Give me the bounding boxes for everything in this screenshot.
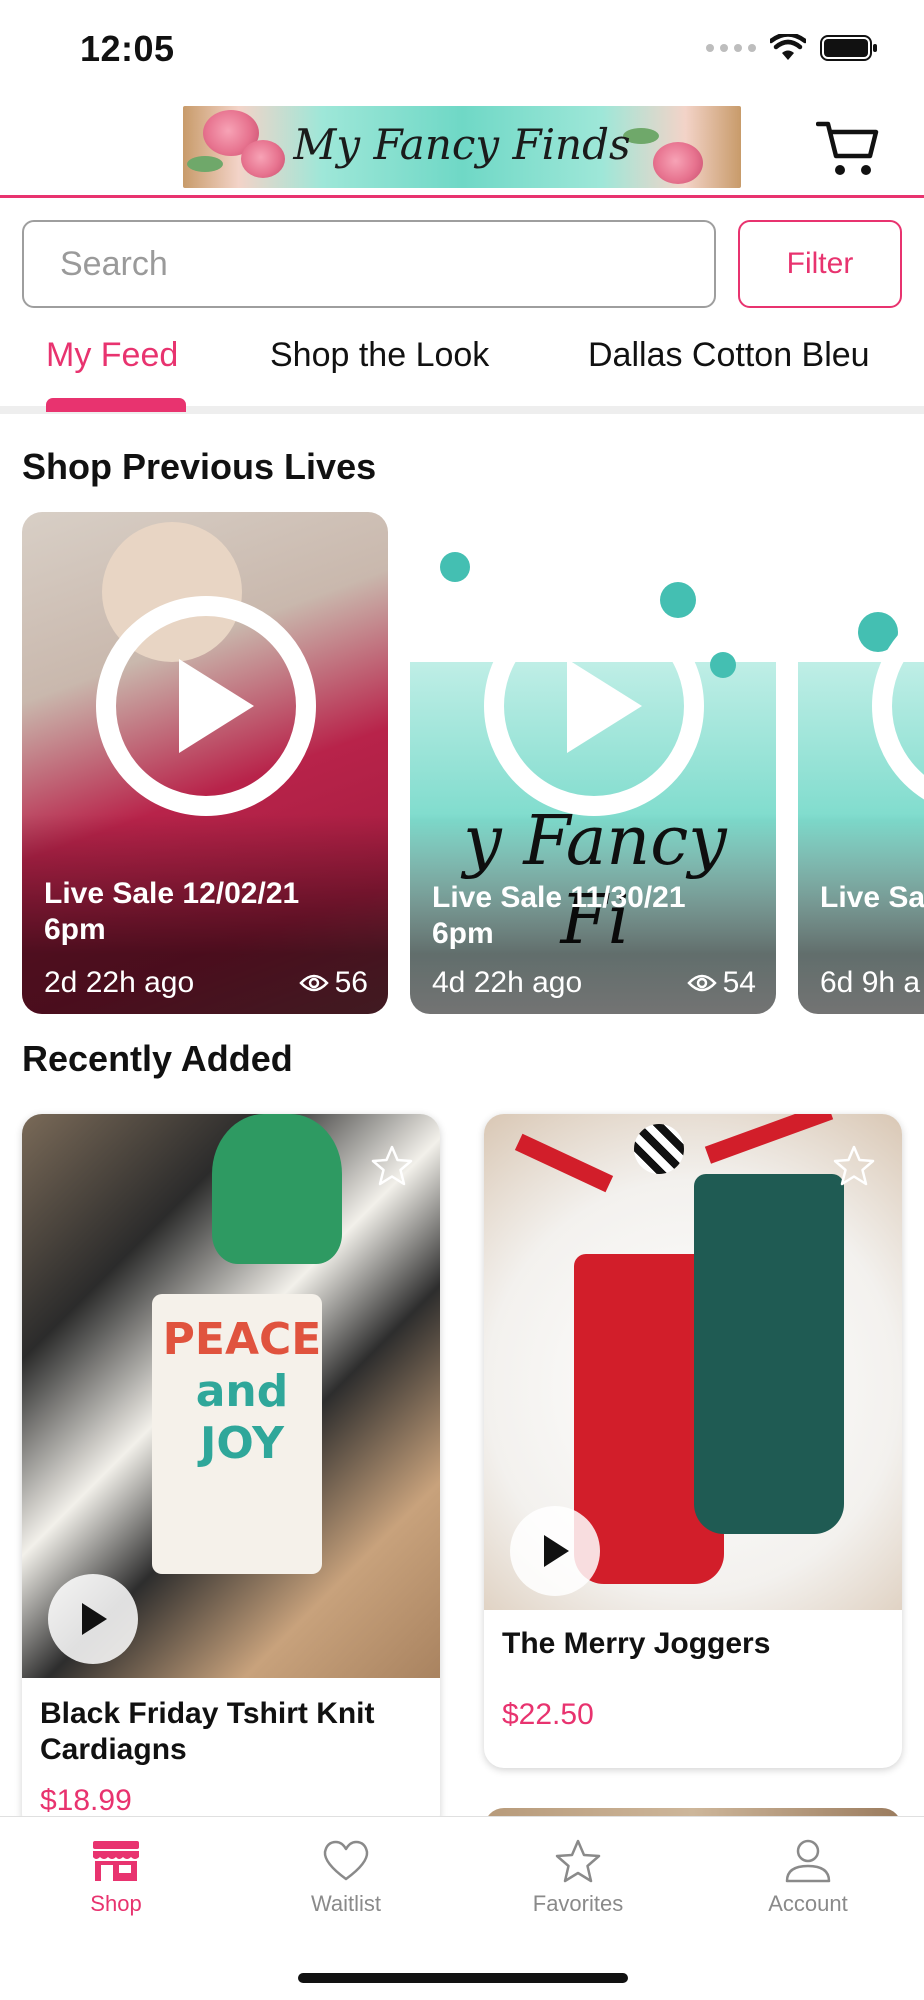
bottom-nav: Shop Waitlist Favorites Account [0,1816,924,2000]
play-icon [544,1535,569,1567]
feed-tabs: My Feed Shop the Look Dallas Cotton Bleu [0,322,924,414]
tab-dallas-cotton-bleu[interactable]: Dallas Cotton Bleu [588,336,870,375]
search-row: Filter [0,218,924,308]
product-price: $22.50 [502,1698,594,1731]
person-icon [785,1839,831,1883]
live-time-ago: 6d 9h a [820,966,921,999]
status-time: 12:05 [80,28,175,69]
wifi-icon [770,34,806,60]
live-time-ago: 2d 22h ago [44,966,195,999]
lives-carousel[interactable]: Live Sale 12/02/21 6pm 2d 22h ago 56 y F… [22,512,924,1014]
play-icon[interactable] [482,594,706,818]
favorite-star-icon[interactable] [370,1144,414,1188]
filter-button[interactable]: Filter [738,220,902,308]
video-play-button[interactable] [510,1506,600,1596]
signal-icon [706,44,756,52]
live-view-count: 56 [298,966,368,1000]
product-price: $18.99 [40,1784,132,1817]
product-card[interactable]: The Merry Joggers $22.50 [484,1114,902,1768]
live-card[interactable]: Live Sale 12/02/21 6pm 2d 22h ago 56 [22,512,388,1014]
home-indicator [298,1973,628,1983]
battery-icon [820,35,877,61]
live-card[interactable]: Live Sa 8am 6d 9h a [798,512,924,1014]
view-count: 54 [722,966,756,999]
logo-text: My Fancy Finds [293,120,631,169]
video-play-button[interactable] [48,1574,138,1664]
product-name: The Merry Joggers [502,1627,771,1660]
tab-my-feed[interactable]: My Feed [46,336,178,375]
star-icon [555,1839,601,1883]
store-logo[interactable]: My Fancy Finds [183,106,741,188]
cart-icon[interactable] [816,118,880,178]
nav-waitlist[interactable]: Waitlist [266,1839,426,1917]
live-card[interactable]: y Fancy Fi Live Sale 11/30/21 6pm 4d 22h… [410,512,776,1014]
play-icon[interactable] [870,594,924,818]
store-icon [93,1841,139,1881]
nav-label: Account [768,1891,848,1916]
search-box [22,220,716,308]
nav-label: Waitlist [310,1891,382,1916]
nav-favorites[interactable]: Favorites [498,1839,658,1917]
product-name: Black Friday Tshirt Knit Cardiagns [40,1697,375,1766]
section-title-recently-added: Recently Added [22,1038,293,1079]
live-title: Live Sale 12/02/21 6pm [44,877,300,946]
active-tab-indicator [46,398,186,412]
product-card[interactable]: PEACE and JOY Black Friday Tshirt Knit Car… [22,1114,440,1834]
live-title: Live Sa 8am [820,881,924,914]
tab-shop-the-look[interactable]: Shop the Look [270,336,489,375]
view-count: 56 [334,966,368,999]
app-header: My Fancy Finds [0,100,924,198]
play-icon [82,1603,107,1635]
eye-icon [686,974,717,992]
eye-icon [298,974,329,992]
search-input[interactable] [24,222,714,306]
play-icon[interactable] [94,594,318,818]
heart-icon [323,1840,369,1881]
status-bar: 12:05 [0,0,924,100]
nav-label: Favorites [532,1891,624,1916]
nav-label: Shop [90,1891,142,1916]
nav-account[interactable]: Account [728,1839,888,1917]
nav-shop[interactable]: Shop [36,1839,196,1917]
section-title-previous-lives: Shop Previous Lives [22,446,377,487]
status-icons [706,34,878,62]
live-time-ago: 4d 22h ago [432,966,583,999]
favorite-star-icon[interactable] [832,1144,876,1188]
live-title: Live Sale 11/30/21 6pm [432,881,686,950]
live-view-count: 54 [686,966,756,1000]
